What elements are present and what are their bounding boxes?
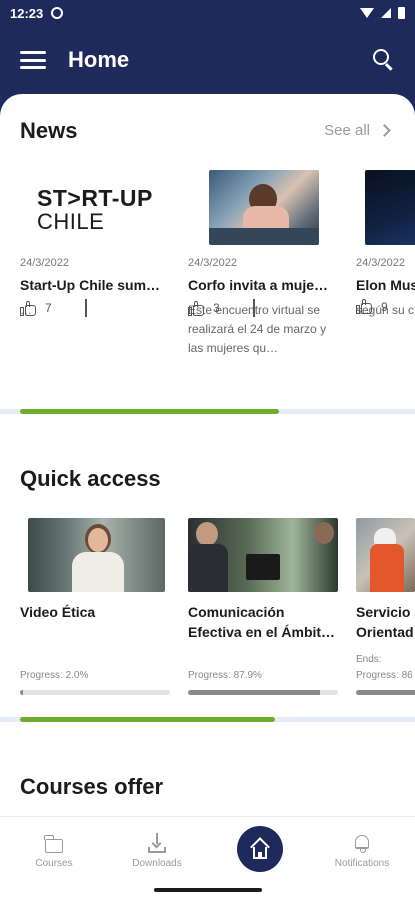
menu-icon[interactable] xyxy=(20,51,46,69)
course-title: Servicio Orientad xyxy=(356,602,415,642)
news-date: 24/3/2022 xyxy=(20,257,69,269)
gesture-bar[interactable] xyxy=(154,888,262,892)
news-headline: Elon Mus xyxy=(356,277,415,293)
quick-access-scroll-indicator xyxy=(0,717,415,722)
download-icon xyxy=(148,833,166,853)
quick-access-scroll-fill xyxy=(20,717,275,722)
news-scroll-fill xyxy=(20,409,279,414)
course-title: Comunicación Efectiva en el Ámbit… xyxy=(188,602,340,642)
startup-chile-logo: ST>RT-UP CHILE xyxy=(20,170,160,245)
news-card[interactable]: 24/3/2022 Corfo invita a muje… Este encu… xyxy=(188,170,348,358)
like-count: 9 xyxy=(381,299,388,314)
course-title-line: Orientad xyxy=(356,624,414,640)
chevron-right-icon xyxy=(378,124,391,137)
course-progress-fill xyxy=(20,690,23,695)
divider xyxy=(252,299,255,317)
news-like-row: 7 xyxy=(20,299,87,317)
logo-line2: CHILE xyxy=(37,209,105,234)
news-card[interactable]: ST>RT-UP CHILE 24/3/2022 Start-Up Chile … xyxy=(20,170,180,358)
news-title: News xyxy=(20,118,78,143)
notification-dot-icon xyxy=(51,7,64,19)
page-title: Home xyxy=(68,47,130,72)
course-progress-label: Progress: 86 xyxy=(356,670,413,681)
course-progress-bar xyxy=(188,690,338,695)
status-bar: 12:23 xyxy=(0,0,415,26)
course-progress-fill xyxy=(188,690,320,695)
nav-notifications-label: Notifications xyxy=(334,858,390,869)
nav-downloads-label: Downloads xyxy=(132,858,182,869)
like-icon[interactable] xyxy=(188,300,204,316)
nav-courses-label: Courses xyxy=(35,858,73,869)
folder-icon xyxy=(44,835,63,853)
logo-line1: ST>RT-UP xyxy=(37,185,153,211)
divider xyxy=(84,299,87,317)
nav-home-button[interactable] xyxy=(237,826,283,872)
news-like-row: 3 xyxy=(188,299,255,317)
nav-notifications[interactable]: Notifications xyxy=(317,829,407,869)
wifi-icon xyxy=(360,8,374,18)
course-image xyxy=(356,518,415,592)
like-icon[interactable] xyxy=(356,299,372,314)
status-icons xyxy=(360,7,405,19)
quick-access-card[interactable]: Comunicación Efectiva en el Ámbit… Progr… xyxy=(188,518,340,695)
course-image xyxy=(28,518,165,592)
nav-courses[interactable]: Courses xyxy=(9,829,99,869)
news-scroll-indicator xyxy=(0,409,415,414)
news-headline: Start-Up Chile sum… xyxy=(20,277,161,293)
battery-icon xyxy=(398,7,405,19)
course-title-line: Efectiva en el Ámbit… xyxy=(188,624,336,640)
course-ends-label: Ends: xyxy=(356,654,382,665)
search-icon[interactable] xyxy=(373,49,395,71)
content-sheet[interactable]: News See all ST>RT-UP CHILE 24/3/2022 St… xyxy=(0,94,415,816)
bell-icon xyxy=(355,835,369,853)
signal-icon xyxy=(381,8,391,18)
course-progress-bar xyxy=(20,690,170,695)
quick-access-title: Quick access xyxy=(20,466,161,491)
like-count: 3 xyxy=(213,301,220,315)
quick-access-card[interactable]: Servicio Orientad Ends: Progress: 86 xyxy=(356,518,415,695)
app-bar: Home xyxy=(0,26,415,94)
course-progress-bar xyxy=(356,690,415,695)
course-title: Video Ética xyxy=(20,602,172,622)
home-icon xyxy=(250,837,270,859)
news-headline: Corfo invita a muje… xyxy=(188,277,329,293)
courses-offer-title: Courses offer xyxy=(20,774,164,799)
news-card[interactable]: 24/3/2022 Elon Mus según su c xyxy=(356,170,415,358)
course-title-line: Comunicación xyxy=(188,604,285,620)
like-count: 7 xyxy=(45,301,52,315)
quick-access-card[interactable]: Video Ética Progress: 2.0% xyxy=(20,518,172,695)
see-all-label: See all xyxy=(324,122,370,139)
bottom-nav: Courses Downloads Notifications xyxy=(0,816,415,900)
like-icon[interactable] xyxy=(20,300,36,316)
news-like-row: 9 xyxy=(356,299,388,314)
status-time: 12:23 xyxy=(10,5,44,21)
see-all-link[interactable]: See all xyxy=(324,122,391,139)
course-progress-fill xyxy=(356,690,415,695)
news-image xyxy=(209,170,319,245)
course-title-line: Servicio xyxy=(356,604,411,620)
news-image xyxy=(365,170,415,245)
course-title-line: Video Ética xyxy=(20,604,96,620)
course-image xyxy=(188,518,338,592)
nav-downloads[interactable]: Downloads xyxy=(112,829,202,869)
news-date: 24/3/2022 xyxy=(356,257,405,269)
course-progress-label: Progress: 2.0% xyxy=(20,670,89,681)
news-date: 24/3/2022 xyxy=(188,257,237,269)
course-progress-label: Progress: 87.9% xyxy=(188,670,262,681)
